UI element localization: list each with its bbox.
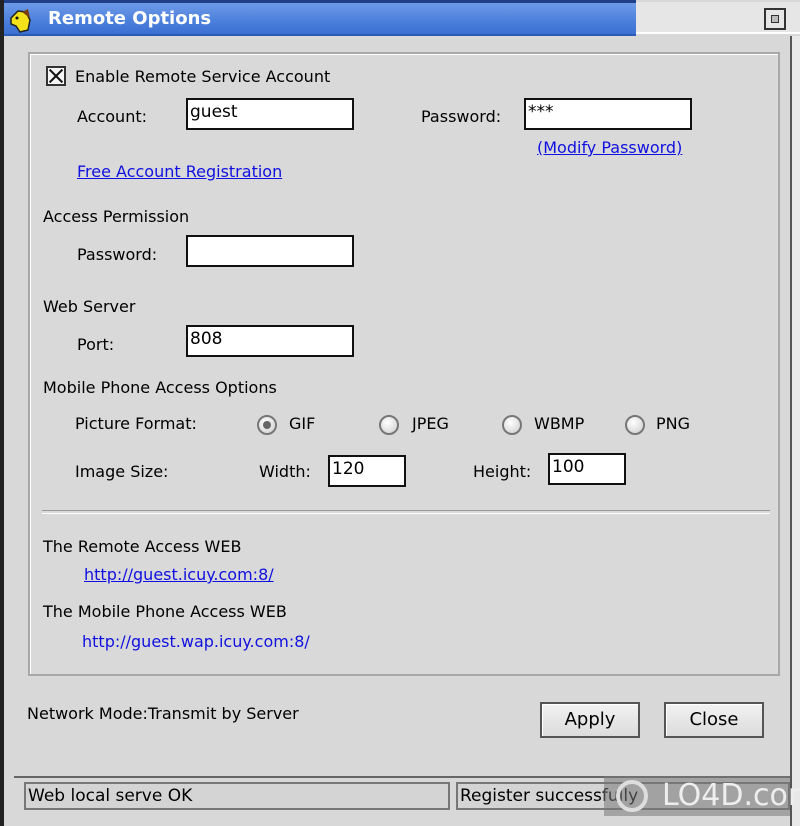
dog-app-icon — [10, 9, 31, 33]
mobile-web-link[interactable]: http://guest.wap.icuy.com:8/ — [82, 632, 310, 651]
format-png-radio[interactable] — [625, 415, 645, 435]
format-jpeg-label[interactable]: JPEG — [412, 414, 449, 433]
title-bar[interactable]: Remote Options — [4, 0, 636, 36]
window-right-edge — [790, 36, 800, 826]
watermark-text: LO4D.com — [662, 778, 800, 813]
section-divider — [42, 510, 770, 514]
network-mode-text: Network Mode:Transmit by Server — [27, 704, 299, 723]
watermark-logo-icon — [616, 780, 648, 812]
format-wbmp-radio[interactable] — [502, 415, 522, 435]
status-left: Web local serve OK — [24, 782, 450, 810]
account-input[interactable]: guest — [186, 98, 354, 130]
width-input[interactable]: 120 — [328, 455, 406, 487]
enable-remote-service-checkbox[interactable] — [46, 66, 66, 86]
height-label: Height: — [473, 462, 532, 481]
format-gif-label[interactable]: GIF — [289, 414, 315, 433]
remote-options-window: Remote Options Enable Remote Service Acc… — [0, 0, 800, 826]
image-size-label: Image Size: — [75, 462, 169, 481]
format-wbmp-label[interactable]: WBMP — [534, 414, 584, 433]
watermark: LO4D.com — [604, 776, 800, 816]
format-jpeg-radio[interactable] — [379, 415, 399, 435]
window-title: Remote Options — [48, 8, 212, 29]
height-input[interactable]: 100 — [548, 453, 626, 485]
free-account-registration-link[interactable]: Free Account Registration — [77, 162, 282, 181]
format-gif-radio[interactable] — [257, 415, 277, 435]
port-label: Port: — [77, 335, 115, 354]
mobile-access-heading: Mobile Phone Access Options — [43, 378, 277, 397]
access-permission-heading: Access Permission — [43, 207, 190, 226]
remote-web-label: The Remote Access WEB — [43, 537, 242, 556]
enable-remote-service-label: Enable Remote Service Account — [75, 67, 331, 86]
modify-password-link[interactable]: (Modify Password) — [537, 138, 682, 157]
format-png-label[interactable]: PNG — [656, 414, 690, 433]
width-label: Width: — [259, 462, 311, 481]
web-server-heading: Web Server — [43, 297, 136, 316]
port-input[interactable]: 808 — [186, 325, 354, 357]
mobile-web-label: The Mobile Phone Access WEB — [43, 602, 287, 621]
access-password-input[interactable] — [186, 235, 354, 267]
maximize-button[interactable] — [764, 8, 786, 30]
remote-web-link[interactable]: http://guest.icuy.com:8/ — [84, 565, 274, 584]
password-input[interactable]: *** — [524, 98, 692, 130]
picture-format-label: Picture Format: — [75, 414, 197, 433]
password-label: Password: — [421, 107, 502, 126]
account-label: Account: — [77, 107, 147, 126]
close-button[interactable]: Close — [664, 702, 764, 738]
access-password-label: Password: — [77, 245, 158, 264]
apply-button[interactable]: Apply — [540, 702, 640, 738]
